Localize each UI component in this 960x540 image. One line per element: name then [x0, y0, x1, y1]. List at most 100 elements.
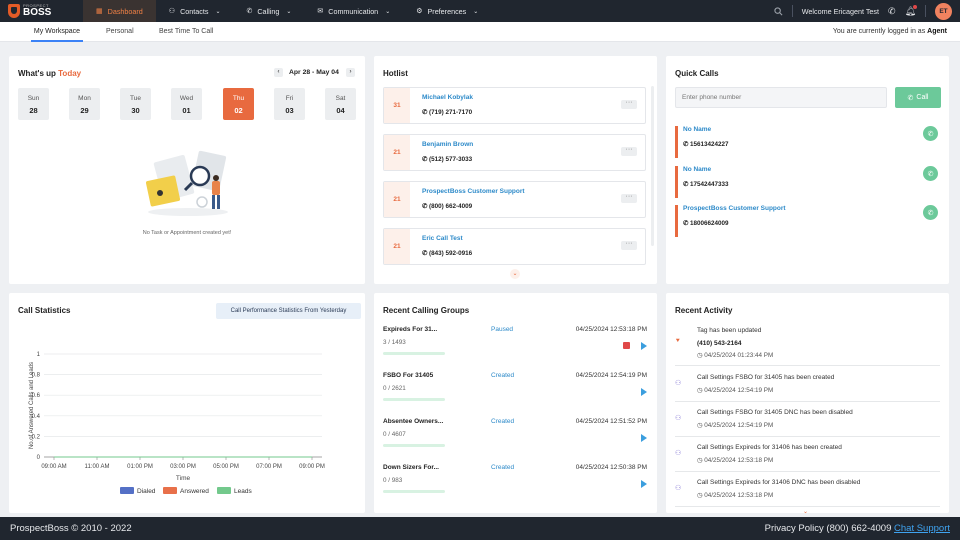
avatar[interactable]: ET — [935, 2, 952, 20]
calling-group-item[interactable]: Down Sizers For... 0 / 983 Created 04/25… — [383, 464, 647, 508]
more-options-button[interactable]: ··· — [621, 146, 637, 156]
day-tue[interactable]: Tue 30 — [120, 88, 151, 120]
hotlist-name[interactable]: Eric Call Test — [422, 235, 463, 242]
call-statistics-title: Call Statistics — [18, 306, 71, 315]
nav-dashboard[interactable]: ▦ Dashboard — [83, 0, 156, 22]
day-fri[interactable]: Fri 03 — [274, 88, 305, 120]
more-options-button[interactable]: ··· — [621, 240, 637, 250]
group-name[interactable]: FSBO For 31405 — [383, 372, 433, 379]
next-week-button[interactable]: › — [346, 68, 355, 77]
hotlist-count: 21 — [384, 135, 410, 170]
hotlist-item[interactable]: 21 Benjamin Brown ✆ (512) 577-3033 ··· — [383, 134, 646, 171]
day-sat[interactable]: Sat 04 — [325, 88, 356, 120]
play-icon[interactable] — [641, 342, 647, 350]
activity-item: ⚇ Call Settings FSBO for 31405 has been … — [675, 372, 940, 402]
quick-call-item[interactable]: No Name ✆ 17542447333 ✆ — [675, 166, 941, 198]
group-name[interactable]: Absentee Owners... — [383, 418, 443, 425]
group-status: Created — [491, 372, 515, 379]
footer-privacy-phone[interactable]: Privacy Policy (800) 662-4009 — [765, 523, 892, 534]
group-progress-count: 0 / 2621 — [383, 385, 406, 392]
prospectboss-logo[interactable]: PROSPECT BOSS — [0, 0, 70, 22]
quick-call-name: No Name — [683, 126, 712, 133]
bell-icon[interactable]: 🔔︎ — [905, 4, 917, 17]
group-date: 04/25/2024 12:53:18 PM — [575, 326, 647, 333]
day-mon[interactable]: Mon 29 — [69, 88, 100, 120]
hotlist-item[interactable]: 31 Michael Kobylak ✆ (719) 271-7170 ··· — [383, 87, 646, 124]
day-wed[interactable]: Wed 01 — [171, 88, 202, 120]
chevron-down-icon: ⌄ — [286, 8, 292, 15]
chevron-down-icon[interactable]: ⌄ — [803, 508, 808, 515]
chat-support-link[interactable]: Chat Support — [894, 523, 950, 534]
chevron-down-icon[interactable]: ⌄ — [510, 269, 520, 279]
nav-communication[interactable]: ✉ Communication ⌄ — [304, 0, 403, 22]
hotlist-name[interactable]: ProspectBoss Customer Support — [422, 188, 525, 195]
more-options-button[interactable]: ··· — [621, 99, 637, 109]
quick-call-number: 18006624009 — [690, 220, 729, 227]
play-icon[interactable] — [641, 434, 647, 442]
legend-swatch — [217, 487, 231, 494]
call-button[interactable]: ✆ Call — [895, 87, 941, 108]
day-name: Tue — [130, 95, 141, 102]
group-name[interactable]: Expireds For 31... — [383, 326, 437, 333]
footer-copyright: ProspectBoss © 2010 - 2022 — [10, 523, 132, 534]
quick-call-item[interactable]: No Name ✆ 15613424227 ✆ — [675, 126, 941, 158]
whatsup-title: What's up Today — [18, 69, 81, 78]
divider — [925, 5, 926, 17]
call-performance-yesterday-button[interactable]: Call Performance Statistics From Yesterd… — [216, 303, 361, 319]
y-tick-label: 1 — [37, 352, 41, 358]
legend-swatch — [120, 487, 134, 494]
calling-group-item[interactable]: Expireds For 31... 3 / 1493 Paused 04/25… — [383, 326, 647, 370]
calling-group-item[interactable]: Absentee Owners... 0 / 4607 Created 04/2… — [383, 418, 647, 462]
x-tick-label: 09:00 AM — [41, 464, 66, 470]
day-thu[interactable]: Thu 02 — [223, 88, 254, 120]
hotlist-name[interactable]: Michael Kobylak — [422, 94, 473, 101]
hotlist-item[interactable]: 21 ProspectBoss Customer Support ✆ (800)… — [383, 181, 646, 218]
calling-group-item[interactable]: FSBO For 31405 0 / 2621 Created 04/25/20… — [383, 372, 647, 416]
y-axis-label: No.of Answered Calls and Leads — [29, 362, 35, 449]
activity-phone[interactable]: (410) 543-2164 — [697, 340, 741, 347]
phone-number-input[interactable] — [675, 87, 887, 108]
activity-date: 04/25/2024 12:53:18 PM — [704, 492, 774, 499]
tab-personal-label: Personal — [106, 28, 134, 35]
quick-call-button[interactable]: ✆ — [923, 126, 938, 141]
tab-my-workspace[interactable]: My Workspace — [11, 22, 103, 42]
search-icon[interactable] — [774, 6, 783, 16]
notification-dot — [913, 4, 917, 9]
group-name[interactable]: Down Sizers For... — [383, 464, 439, 471]
prev-week-button[interactable]: ‹ — [274, 68, 283, 77]
grid-icon: ▦ — [96, 8, 103, 15]
play-icon[interactable] — [641, 480, 647, 488]
hotlist-phone[interactable]: ✆ (800) 662-4009 — [422, 203, 472, 210]
hotlist-item[interactable]: 21 Eric Call Test ✆ (843) 592-0916 ··· — [383, 228, 646, 265]
day-sun[interactable]: Sun 28 — [18, 88, 49, 120]
activity-date: 04/25/2024 12:54:19 PM — [704, 422, 774, 429]
quick-call-button[interactable]: ✆ — [923, 166, 938, 181]
activity-text: Call Settings Expireds for 31406 has bee… — [697, 444, 842, 451]
nav-contacts-label: Contacts — [180, 6, 209, 16]
hotlist-name[interactable]: Benjamin Brown — [422, 141, 473, 148]
nav-calling[interactable]: ✆ Calling ⌄ — [233, 0, 304, 22]
hotlist-phone[interactable]: ✆ (843) 592-0916 — [422, 250, 472, 257]
quick-call-item[interactable]: ProspectBoss Customer Support ✆ 18006624… — [675, 205, 941, 237]
nav-preferences[interactable]: ⚙ Preferences ⌄ — [403, 0, 491, 22]
stop-icon[interactable] — [623, 342, 630, 349]
quick-call-button[interactable]: ✆ — [923, 205, 938, 220]
activity-date: 04/25/2024 12:54:19 PM — [704, 387, 774, 394]
hotlist-count: 21 — [384, 229, 410, 264]
more-options-button[interactable]: ··· — [621, 193, 637, 203]
tab-personal[interactable]: Personal — [106, 22, 134, 42]
tab-best-time-to-call[interactable]: Best Time To Call — [159, 22, 213, 42]
play-icon[interactable] — [641, 388, 647, 396]
hotlist-count: 31 — [384, 88, 410, 123]
legend-label: Dialed — [137, 488, 156, 495]
nav-contacts[interactable]: ⚇ Contacts ⌄ — [156, 0, 234, 22]
hotlist-scrollbar[interactable] — [651, 86, 654, 246]
hotlist-phone[interactable]: ✆ (719) 271-7170 — [422, 109, 472, 116]
hotlist-phone[interactable]: ✆ (512) 577-3033 — [422, 156, 472, 163]
footer-links: Privacy Policy (800) 662-4009 Chat Suppo… — [765, 523, 950, 534]
group-status: Created — [491, 418, 515, 425]
settings-user-icon: ⚇ — [675, 415, 682, 422]
quick-calls-title: Quick Calls — [675, 69, 719, 78]
phone-settings-icon[interactable]: ✆ — [888, 6, 896, 17]
quick-call-name: ProspectBoss Customer Support — [683, 205, 786, 212]
